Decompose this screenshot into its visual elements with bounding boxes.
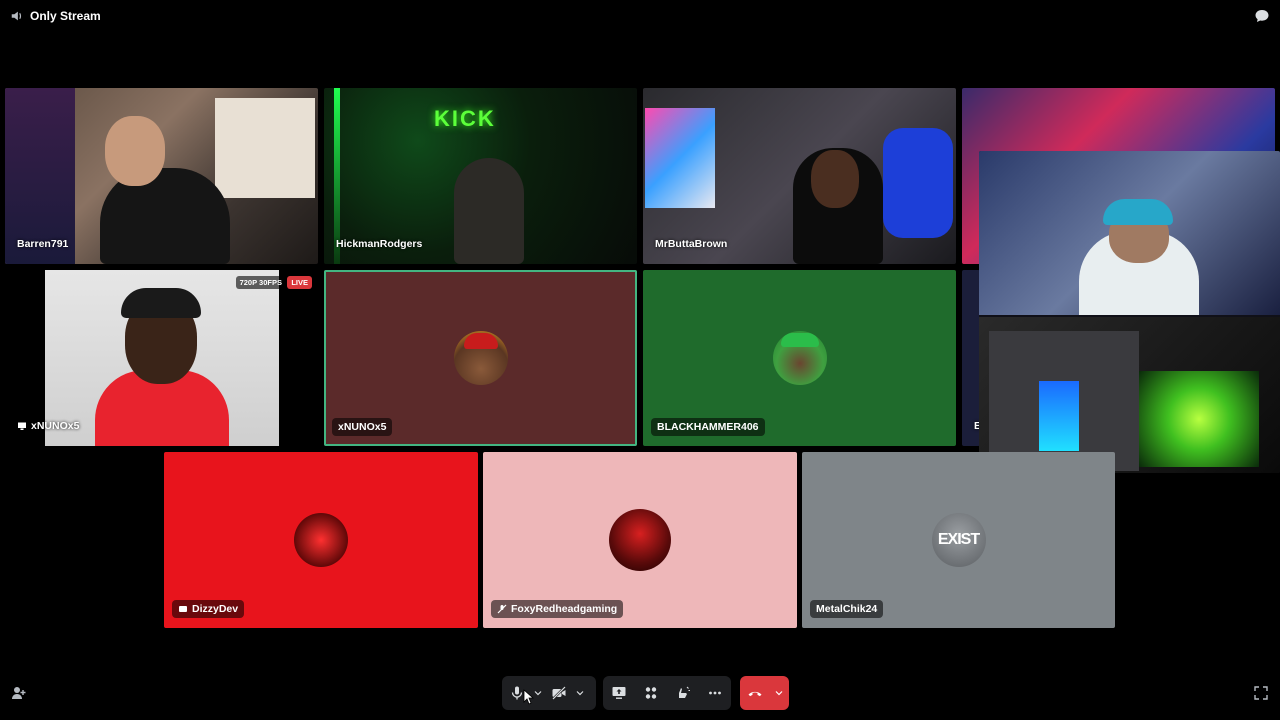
participant-tile[interactable]: E xyxy=(962,270,980,446)
avatar-logo-text: EXIST xyxy=(937,531,980,548)
speaker-icon xyxy=(11,11,22,21)
disconnect-options-button[interactable] xyxy=(770,676,788,710)
stream-icon xyxy=(179,606,187,612)
screen-share-button[interactable] xyxy=(603,676,635,710)
soundboard-icon xyxy=(679,686,690,698)
participant-avatar xyxy=(294,513,348,567)
add-user-icon[interactable] xyxy=(11,685,27,701)
participant-tile[interactable]: EXIST MetalChik24 xyxy=(802,452,1115,628)
participant-tile[interactable]: Barren791 xyxy=(5,88,318,264)
more-options-button[interactable] xyxy=(699,676,731,710)
stream-screen-icon xyxy=(18,422,26,430)
participant-tile[interactable]: KICK HickmanRodgers xyxy=(324,88,637,264)
camera-options-button[interactable] xyxy=(574,676,586,710)
participant-name: Barren791 xyxy=(17,238,69,250)
participant-tile[interactable]: FoxyRedheadgaming xyxy=(483,452,797,628)
disconnect-group xyxy=(740,676,789,710)
more-icon xyxy=(709,691,721,695)
participant-name-tag: FoxyRedheadgaming xyxy=(491,600,624,618)
quality-badge: 720P 30FPS xyxy=(235,276,286,289)
chat-bubble-icon[interactable] xyxy=(1254,8,1270,24)
participant-tile[interactable]: BLACKHAMMER406 xyxy=(643,270,956,446)
participant-name: HickmanRodgers xyxy=(336,238,423,250)
channel-title: Only Stream xyxy=(30,9,101,23)
participant-name: FoxyRedheadgaming xyxy=(511,603,618,615)
participant-tile[interactable]: xNUNOx5 xyxy=(324,270,637,446)
actions-group xyxy=(603,676,731,710)
participant-name-tag: xNUNOx5 xyxy=(17,420,79,432)
mouse-cursor xyxy=(523,689,535,705)
call-controls xyxy=(0,676,1280,710)
audio-video-group xyxy=(502,676,596,710)
participant-name-tag: DizzyDev xyxy=(172,600,245,618)
participant-name: MrButtaBrown xyxy=(655,238,728,250)
disconnect-button[interactable] xyxy=(740,676,770,710)
camera-button[interactable] xyxy=(544,676,574,710)
activities-button[interactable] xyxy=(635,676,667,710)
camera-off-icon xyxy=(552,686,566,700)
call-header: Only Stream xyxy=(0,0,1280,32)
chevron-down-icon xyxy=(534,691,542,696)
chevron-down-icon xyxy=(775,691,783,696)
fullscreen-icon[interactable] xyxy=(1253,685,1269,701)
participant-tile[interactable]: DizzyDev xyxy=(164,452,478,628)
neon-sign: KICK xyxy=(434,106,496,131)
muted-mic-icon xyxy=(497,604,507,614)
participant-name: xNUNOx5 xyxy=(332,418,393,436)
participant-name: MetalChik24 xyxy=(810,600,884,618)
hang-up-icon xyxy=(748,691,762,697)
participant-avatar xyxy=(453,331,508,385)
participant-tile[interactable]: MrButtaBrown xyxy=(643,88,956,264)
participant-tile[interactable]: 720P 30FPS LIVE xNUNOx5 xyxy=(5,270,318,446)
participant-name: DizzyDev xyxy=(192,603,239,615)
activities-icon xyxy=(645,687,657,699)
chevron-down-icon xyxy=(576,691,584,696)
participant-avatar xyxy=(772,331,827,385)
screen-share-icon xyxy=(612,687,626,699)
live-badge: LIVE xyxy=(287,276,312,289)
participant-name: BLACKHAMMER406 xyxy=(651,418,765,436)
participant-avatar xyxy=(609,509,671,571)
participant-avatar: EXIST xyxy=(931,513,986,567)
stream-overlay-video[interactable] xyxy=(979,151,1280,473)
participant-name: xNUNOx5 xyxy=(31,420,80,432)
soundboard-button[interactable] xyxy=(667,676,699,710)
